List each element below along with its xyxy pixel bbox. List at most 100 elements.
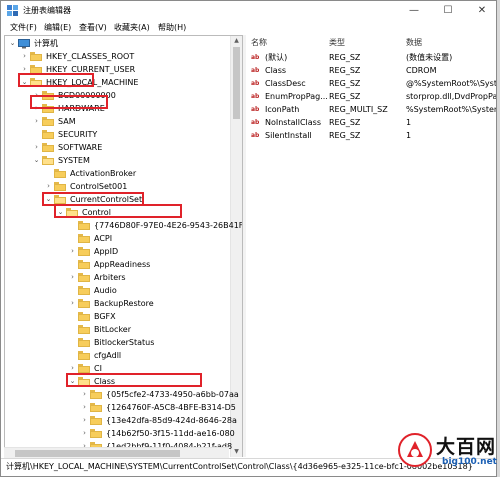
computer-icon <box>18 39 30 49</box>
tree-node-label: {05f5cfe2-4733-4950-a6bb-07aa <box>106 390 239 399</box>
expand-chevron-icon[interactable]: › <box>68 271 77 284</box>
expand-chevron-icon[interactable]: › <box>68 297 77 310</box>
tree-node-label: SOFTWARE <box>58 143 103 152</box>
value-data: 1 <box>406 131 412 140</box>
value-data: 1 <box>406 118 412 127</box>
value-row[interactable]: ab IconPath REG_MULTI_SZ %SystemRoot%\Syste… <box>246 103 496 116</box>
watermark-logo-icon <box>398 433 432 467</box>
expand-chevron-icon[interactable]: › <box>80 427 89 440</box>
value-row[interactable]: ab EnumPropPag... REG_SZ storprop.dll,DvdPr… <box>246 90 497 103</box>
collapse-chevron-icon[interactable]: ⌄ <box>32 154 41 167</box>
tree-node-label: ACPI <box>94 234 113 243</box>
menu-file[interactable]: 文件(F) <box>10 22 37 33</box>
tree-scroll-thumb[interactable] <box>233 47 240 119</box>
tree-node-label: SAM <box>58 117 76 126</box>
menu-view[interactable]: 查看(V) <box>79 22 107 33</box>
tree-node-label: 计算机 <box>34 39 58 48</box>
folder-icon <box>42 130 54 139</box>
folder-icon <box>78 234 90 243</box>
expand-chevron-icon[interactable]: › <box>20 50 29 63</box>
tree-node-label: {14b62f50-3f15-11dd-ae16-080 <box>106 429 235 438</box>
value-row[interactable]: ab SilentInstall REG_SZ 1 <box>246 129 496 142</box>
string-value-icon: ab <box>251 119 260 126</box>
maximize-button[interactable]: ☐ <box>433 1 463 20</box>
registry-key-tree[interactable]: ▲ ▼ ⌄ 计算机 › HKEY_CLASSES_ROOT › HKEY_CURRENT_… <box>4 35 243 457</box>
tree-node-label: BitlockerStatus <box>94 338 155 347</box>
registry-editor-window: 注册表编辑器 — ☐ ✕ 文件(F) 编辑(E) 查看(V) 收藏夹(A) 帮助… <box>0 0 497 477</box>
tree-node-label: BitLocker <box>94 325 132 334</box>
string-value-icon: ab <box>251 54 260 61</box>
value-data: CDROM <box>406 66 437 75</box>
folder-icon <box>42 117 54 126</box>
close-button[interactable]: ✕ <box>467 1 496 20</box>
value-row[interactable]: ab Class REG_SZ CDROM <box>246 64 496 77</box>
folder-icon <box>78 312 90 321</box>
tree-node-label: {7746D80F-97E0-4E26-9543-26B41F <box>94 221 243 230</box>
highlight-hkey-local-machine <box>18 73 94 87</box>
value-row[interactable]: ab ClassDesc REG_SZ @%SystemRoot%\System <box>246 77 497 90</box>
value-type: REG_SZ <box>329 92 361 101</box>
highlight-system <box>30 95 108 109</box>
expand-chevron-icon[interactable]: › <box>32 141 41 154</box>
value-data: @%SystemRoot%\System <box>406 79 497 88</box>
title-bar: 注册表编辑器 — ☐ ✕ <box>1 1 496 20</box>
menu-help[interactable]: 帮助(H) <box>158 22 186 33</box>
column-header-name[interactable]: 名称 <box>251 35 267 50</box>
column-header-type[interactable]: 类型 <box>329 35 345 50</box>
tree-node-label: {13e42dfa-85d9-424d-8646-28a <box>106 416 237 425</box>
tree-node-label: AppReadiness <box>94 260 151 269</box>
folder-icon <box>78 260 90 269</box>
folder-icon <box>90 429 102 438</box>
string-value-icon: ab <box>251 67 260 74</box>
value-type: REG_SZ <box>329 79 361 88</box>
tree-node-label: ActivationBroker <box>70 169 137 178</box>
folder-icon <box>54 169 66 178</box>
open-folder-icon <box>42 156 54 165</box>
folder-icon <box>78 247 90 256</box>
expand-chevron-icon[interactable]: › <box>80 388 89 401</box>
menu-edit[interactable]: 编辑(E) <box>44 22 71 33</box>
expand-chevron-icon[interactable]: › <box>68 245 77 258</box>
tree-node-label: SECURITY <box>58 130 98 139</box>
tree-node-label: cfgAdll <box>94 351 122 360</box>
values-pane: 名称 类型 数据 ab (默认) REG_SZ (数值未设置) ab Class REG_S… <box>246 35 497 457</box>
expand-chevron-icon[interactable]: › <box>80 414 89 427</box>
value-name: Class <box>265 66 287 75</box>
value-name: ClassDesc <box>265 79 306 88</box>
tree-node-label: BackupRestore <box>94 299 154 308</box>
folder-icon <box>78 325 90 334</box>
menu-favorites[interactable]: 收藏夹(A) <box>114 22 150 33</box>
column-header-data[interactable]: 数据 <box>406 35 422 50</box>
tree-node-label: {1264760F-A5C8-4BFE-B314-D5 <box>106 403 236 412</box>
tree-node-label: SYSTEM <box>58 156 90 165</box>
tree-horizontal-scroll-thumb[interactable] <box>15 450 180 457</box>
tree-node-label: Arbiters <box>94 273 126 282</box>
value-type: REG_SZ <box>329 66 361 75</box>
value-name: IconPath <box>265 105 300 114</box>
tree-node-label: Audio <box>94 286 117 295</box>
value-name: (默认) <box>265 53 288 62</box>
tree-node-label: BGFX <box>94 312 116 321</box>
watermark-url: big100.net <box>442 457 497 467</box>
value-row[interactable]: ab NoInstallClass REG_SZ 1 <box>246 116 496 129</box>
value-data: storprop.dll,DvdPropPa <box>406 92 497 101</box>
collapse-chevron-icon[interactable]: ⌄ <box>8 37 17 50</box>
value-row[interactable]: ab (默认) REG_SZ (数值未设置) <box>246 51 496 64</box>
value-data: (数值未设置) <box>406 53 453 62</box>
folder-icon <box>30 52 42 61</box>
expand-chevron-icon[interactable]: › <box>80 401 89 414</box>
folder-icon <box>90 416 102 425</box>
value-type: REG_SZ <box>329 118 361 127</box>
tree-node-label: AppID <box>94 247 119 256</box>
folder-icon <box>54 182 66 191</box>
scroll-down-arrow-icon[interactable]: ▼ <box>231 447 242 457</box>
expand-chevron-icon[interactable]: › <box>32 115 41 128</box>
minimize-button[interactable]: — <box>399 1 429 20</box>
scroll-up-arrow-icon[interactable]: ▲ <box>231 36 242 46</box>
menu-bar: 文件(F) 编辑(E) 查看(V) 收藏夹(A) 帮助(H) <box>1 20 496 34</box>
